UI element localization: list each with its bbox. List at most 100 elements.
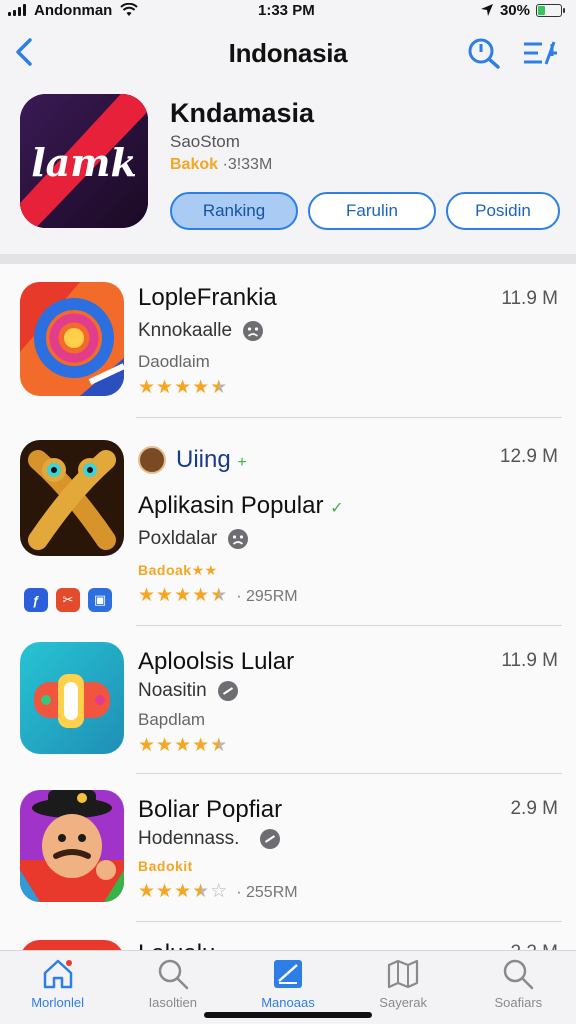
star-full-icon: ★ bbox=[156, 881, 175, 902]
tab-label: Iasoltien bbox=[148, 995, 197, 1010]
list-item[interactable]: ƒ ✂ ▣ Uiing + Aplikasin Popular ✓ Poxlda… bbox=[0, 418, 576, 626]
star-full-icon: ★ bbox=[138, 881, 157, 902]
star-full-icon: ★ bbox=[192, 377, 211, 398]
filter-list-icon[interactable] bbox=[522, 36, 558, 70]
app-name: Aploolsis Lular bbox=[138, 648, 295, 675]
emoji-face-icon bbox=[228, 529, 249, 549]
scissors-icon: ✂ bbox=[56, 588, 80, 612]
review-count: · 255RM bbox=[236, 884, 298, 901]
app-category: Hodennass. bbox=[138, 828, 240, 849]
search-icon[interactable] bbox=[466, 36, 502, 70]
tab-label: Manoaas bbox=[261, 995, 315, 1010]
star-rating: ★★★★★ · 295RM bbox=[138, 584, 298, 607]
feature-badges: ƒ ✂ ▣ bbox=[24, 588, 112, 612]
featured-rating-tag: Bakok bbox=[170, 156, 219, 173]
app-list: LopleFrankia Knnokaalle Daodlaim ★★★★★ 1… bbox=[0, 264, 576, 950]
app-publisher: Bapdlam bbox=[138, 710, 206, 729]
photo-icon: ▣ bbox=[88, 588, 112, 612]
carrier-label: Andonman bbox=[34, 1, 113, 19]
featured-app-name: Kndamasia bbox=[170, 98, 315, 128]
section-divider bbox=[0, 254, 576, 264]
app-name: Lalualu bbox=[138, 940, 215, 950]
home-indicator bbox=[204, 1012, 372, 1018]
app-size: 11.9 M bbox=[501, 650, 558, 671]
app-name: LopleFrankia bbox=[138, 284, 277, 311]
location-arrow-icon bbox=[480, 4, 493, 16]
pill-posidin[interactable]: Posidin bbox=[446, 192, 560, 230]
app-category-row: Hodennass. bbox=[138, 828, 281, 850]
star-half-icon: ★ bbox=[210, 377, 229, 398]
search-icon bbox=[504, 959, 534, 990]
app-size: 11.9 M bbox=[501, 288, 558, 309]
app-icon-aploolsis-lular bbox=[20, 642, 124, 754]
app-category-row: Knnokaalle bbox=[138, 320, 264, 342]
star-rating: ★★★★☆ · 255RM bbox=[138, 880, 298, 903]
wifi-icon bbox=[120, 3, 139, 16]
app-category: Knnokaalle bbox=[138, 320, 233, 341]
star-full-icon: ★ bbox=[174, 377, 193, 398]
tab-label: Morlonlel bbox=[31, 995, 84, 1010]
star-full-icon: ★ bbox=[174, 585, 193, 606]
star-full-icon: ★ bbox=[192, 585, 211, 606]
featured-app: lamk Kndamasia SaoStom Bakok ·3!33M Rank… bbox=[0, 84, 576, 254]
star-full-icon: ★ bbox=[156, 735, 175, 756]
owner-avatar bbox=[138, 446, 166, 474]
star-rating: ★★★★★ bbox=[138, 376, 228, 399]
chart-icon bbox=[273, 960, 302, 988]
star-rating: ★★★★★ bbox=[138, 734, 228, 757]
tab-label: Sayerak bbox=[379, 995, 427, 1010]
tab-search-2[interactable]: Soafiars bbox=[468, 957, 568, 1024]
clock: 1:33 PM bbox=[258, 1, 315, 19]
emoji-face-icon bbox=[260, 829, 281, 849]
emoji-face-icon bbox=[217, 681, 238, 701]
emoji-face-icon bbox=[243, 321, 264, 341]
featured-app-icon[interactable]: lamk bbox=[20, 94, 148, 228]
star-full-icon: ★ bbox=[138, 377, 157, 398]
star-half-icon: ★ bbox=[210, 735, 229, 756]
list-item[interactable]: LopleFrankia Knnokaalle Daodlaim ★★★★★ 1… bbox=[0, 264, 576, 418]
pill-farulin[interactable]: Farulin bbox=[308, 192, 436, 230]
list-item[interactable]: Boliar Popfiar Hodennass. Badokit ★★★★☆ ·… bbox=[0, 774, 576, 922]
star-full-icon: ★ bbox=[138, 585, 157, 606]
star-empty-icon: ☆ bbox=[210, 881, 229, 902]
featured-icon-text: lamk bbox=[31, 140, 137, 185]
app-size: 2.9 M bbox=[510, 798, 558, 819]
app-tag: Badokit bbox=[138, 858, 193, 874]
app-icon-lalualu bbox=[20, 940, 124, 950]
app-size: 12.9 M bbox=[499, 446, 558, 467]
star-half-icon: ★ bbox=[192, 881, 211, 902]
tab-label: Soafiars bbox=[494, 995, 543, 1010]
search-icon bbox=[158, 959, 189, 990]
list-item[interactable]: Aploolsis Lular Noasitin Bapdlam ★★★★★ 1… bbox=[0, 626, 576, 774]
star-full-icon: ★ bbox=[156, 377, 175, 398]
battery-percent: 30% bbox=[499, 1, 530, 19]
featured-developer: SaoStom bbox=[170, 132, 240, 151]
nav-header: Indonasia bbox=[0, 22, 576, 84]
star-full-icon: ★ bbox=[192, 735, 211, 756]
back-chevron-icon[interactable] bbox=[10, 34, 40, 70]
app-size: 2.2 M bbox=[510, 942, 558, 950]
star-full-icon: ★ bbox=[138, 735, 157, 756]
status-bar: Andonman 1:33 PM 30% bbox=[0, 0, 576, 20]
app-category-row: Poxldalar bbox=[138, 528, 249, 550]
app-category: Poxldalar bbox=[138, 528, 218, 549]
star-full-icon: ★ bbox=[156, 585, 175, 606]
home-icon bbox=[43, 959, 72, 989]
star-half-icon: ★ bbox=[210, 585, 229, 606]
owner-label: Uiing bbox=[176, 446, 231, 473]
map-icon bbox=[388, 959, 419, 989]
star-full-icon: ★ bbox=[174, 735, 193, 756]
facebook-like-icon: ƒ bbox=[24, 588, 48, 612]
app-tag: Badoak★★ bbox=[138, 562, 218, 578]
check-leaf-icon: ✓ bbox=[330, 500, 344, 517]
app-name-row: Aplikasin Popular ✓ bbox=[138, 492, 344, 520]
app-publisher: Daodlaim bbox=[138, 352, 210, 371]
app-icon-aplikasin-popular bbox=[20, 440, 124, 556]
app-name: Boliar Popfiar bbox=[138, 796, 283, 823]
app-category-row: Noasitin bbox=[138, 680, 239, 702]
app-name: Aplikasin Popular bbox=[138, 492, 324, 519]
list-item[interactable]: Lalualu 2.2 M bbox=[0, 922, 576, 950]
featured-meta: Bakok ·3!33M bbox=[170, 156, 272, 174]
pill-ranking[interactable]: Ranking bbox=[170, 192, 298, 230]
tab-home[interactable]: Morlonlel bbox=[8, 957, 108, 1024]
